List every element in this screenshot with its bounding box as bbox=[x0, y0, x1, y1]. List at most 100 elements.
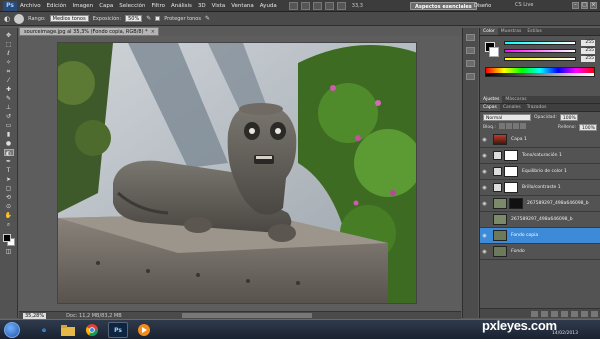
clone-source-panel-icon[interactable] bbox=[466, 73, 475, 80]
layer-name[interactable]: 267589297_498a646098_b bbox=[527, 201, 589, 206]
visibility-eye-icon[interactable]: ◉ bbox=[480, 233, 489, 239]
brush-tool-icon[interactable]: ✎ bbox=[4, 95, 14, 102]
status-doc-size[interactable]: Doc: 11,2 MB/83,2 MB bbox=[66, 313, 122, 319]
add-mask-icon[interactable] bbox=[551, 311, 558, 317]
photoshop-taskbar-icon[interactable]: Ps bbox=[108, 322, 128, 338]
internet-explorer-icon[interactable]: e bbox=[34, 322, 54, 338]
maximize-icon[interactable]: □ bbox=[581, 2, 588, 9]
layer-name[interactable]: Capa 1 bbox=[511, 137, 527, 142]
close-icon[interactable]: × bbox=[590, 2, 597, 9]
document-image[interactable] bbox=[57, 42, 417, 304]
protect-tones-checkbox[interactable] bbox=[155, 16, 161, 21]
layer-row[interactable]: 267589297_498a646098_b bbox=[480, 212, 600, 228]
brush-panel-icon[interactable] bbox=[466, 60, 475, 67]
menu-ayuda[interactable]: Ayuda bbox=[260, 3, 277, 9]
delete-layer-icon[interactable] bbox=[591, 311, 598, 317]
link-layers-icon[interactable] bbox=[531, 311, 538, 317]
quick-select-tool-icon[interactable]: ✧ bbox=[4, 59, 14, 66]
layer-name[interactable]: Fondo bbox=[511, 249, 525, 254]
visibility-eye-icon[interactable]: ◉ bbox=[480, 185, 489, 191]
chrome-icon[interactable] bbox=[82, 322, 102, 338]
menu-edicion[interactable]: Edición bbox=[47, 3, 67, 9]
red-value[interactable]: 255 bbox=[581, 40, 595, 46]
start-button[interactable] bbox=[4, 322, 20, 338]
layer-name[interactable]: Fondo copia bbox=[511, 233, 538, 238]
layer-row[interactable]: ◉ 267589297_498a646098_b bbox=[480, 196, 600, 212]
tab-channels[interactable]: Canales bbox=[500, 104, 524, 111]
horizontal-scrollbar[interactable] bbox=[181, 313, 312, 318]
tab-layers[interactable]: Capas bbox=[480, 104, 500, 111]
eraser-tool-icon[interactable]: ▭ bbox=[4, 122, 14, 129]
canvas-area[interactable] bbox=[19, 36, 461, 311]
gradient-tool-icon[interactable]: ▮ bbox=[4, 131, 14, 138]
dodge-tool-icon[interactable]: ◐ bbox=[4, 15, 10, 23]
menu-3d[interactable]: 3D bbox=[198, 3, 206, 9]
dodge-tool-icon[interactable]: ◐ bbox=[3, 149, 14, 157]
guides-icon[interactable] bbox=[312, 1, 322, 10]
tab-color[interactable]: Color bbox=[480, 28, 498, 35]
3d-orbit-tool-icon[interactable]: ⊙ bbox=[4, 203, 14, 210]
new-layer-icon[interactable] bbox=[581, 311, 588, 317]
menu-imagen[interactable]: Imagen bbox=[72, 3, 93, 9]
type-tool-icon[interactable]: T bbox=[4, 167, 14, 174]
blend-mode-select[interactable]: Normal bbox=[483, 113, 531, 121]
actions-panel-icon[interactable] bbox=[466, 47, 475, 54]
layer-row[interactable]: ◉ Tono/saturación 1 bbox=[480, 148, 600, 164]
quick-mask-icon[interactable]: ◫ bbox=[4, 248, 14, 255]
workspace-design-button[interactable]: Diseño bbox=[470, 2, 495, 10]
move-tool-icon[interactable]: ✥ bbox=[4, 32, 14, 39]
history-panel-icon[interactable] bbox=[466, 34, 475, 41]
tab-paths[interactable]: Trazados bbox=[524, 104, 550, 111]
lock-all-icon[interactable] bbox=[519, 123, 526, 129]
visibility-eye-icon[interactable]: ◉ bbox=[480, 137, 489, 143]
tab-adjustments[interactable]: Ajustes bbox=[480, 96, 503, 103]
visibility-eye-icon[interactable]: ◉ bbox=[480, 201, 489, 207]
tab-styles[interactable]: Estilos bbox=[524, 28, 545, 35]
menu-ventana[interactable]: Ventana bbox=[231, 3, 254, 9]
red-slider[interactable] bbox=[504, 41, 576, 45]
layer-row[interactable]: ◉ Brillo/contraste 1 bbox=[480, 180, 600, 196]
layer-name[interactable]: Tono/saturación 1 bbox=[522, 153, 562, 158]
zoom-icon[interactable] bbox=[336, 1, 346, 10]
visibility-eye-icon[interactable]: ◉ bbox=[480, 169, 489, 175]
visibility-eye-icon[interactable]: ◉ bbox=[480, 153, 489, 159]
zoom-level[interactable]: 33,3 bbox=[352, 3, 363, 9]
visibility-eye-icon[interactable]: ◉ bbox=[480, 249, 489, 255]
minimize-icon[interactable]: – bbox=[572, 2, 579, 9]
menu-archivo[interactable]: Archivo bbox=[20, 3, 41, 9]
layer-row-selected[interactable]: ◉ Fondo copia bbox=[480, 228, 600, 244]
minibridge-icon[interactable] bbox=[300, 1, 310, 10]
layer-name[interactable]: Brillo/contraste 1 bbox=[522, 185, 561, 190]
layer-row[interactable]: ◉ Equilibrio de color 1 bbox=[480, 164, 600, 180]
cs-live-button[interactable]: CS Live bbox=[515, 2, 533, 8]
green-slider[interactable] bbox=[504, 49, 576, 53]
layer-name[interactable]: Equilibrio de color 1 bbox=[522, 169, 567, 174]
bridge-icon[interactable] bbox=[288, 1, 298, 10]
menu-filtro[interactable]: Filtro bbox=[151, 3, 164, 9]
menu-vista[interactable]: Vista bbox=[212, 3, 226, 9]
blue-slider[interactable] bbox=[504, 57, 576, 61]
pressure-icon[interactable]: ✎ bbox=[205, 15, 210, 22]
shape-tool-icon[interactable]: ▢ bbox=[4, 185, 14, 192]
exposure-input[interactable]: 50% bbox=[125, 15, 143, 22]
path-select-tool-icon[interactable]: ➤ bbox=[4, 176, 14, 183]
tab-masks[interactable]: Máscaras bbox=[502, 96, 529, 103]
close-document-icon[interactable]: × bbox=[151, 28, 155, 36]
opacity-input[interactable]: 100% bbox=[559, 113, 578, 121]
marquee-tool-icon[interactable]: ⬚ bbox=[4, 41, 14, 48]
menu-analisis[interactable]: Análisis bbox=[171, 3, 192, 9]
pen-tool-icon[interactable]: ✒ bbox=[4, 158, 14, 165]
blur-tool-icon[interactable]: ● bbox=[4, 140, 14, 147]
airbrush-icon[interactable]: ✎ bbox=[146, 15, 151, 22]
lock-position-icon[interactable] bbox=[512, 123, 519, 129]
fill-input[interactable]: 100% bbox=[579, 123, 597, 131]
foreground-color[interactable] bbox=[2, 234, 11, 242]
layer-name[interactable]: 267589297_498a646098_b bbox=[511, 217, 573, 222]
hand-icon[interactable] bbox=[324, 1, 334, 10]
3d-rotate-tool-icon[interactable]: ⟲ bbox=[4, 194, 14, 201]
lock-transparency-icon[interactable] bbox=[498, 123, 505, 129]
lock-pixels-icon[interactable] bbox=[505, 123, 512, 129]
document-tab[interactable]: sourceimage.jpg al 35,3% (Fondo copia, R… bbox=[19, 27, 159, 36]
lasso-tool-icon[interactable]: ℓ bbox=[4, 50, 14, 57]
menu-seleccion[interactable]: Selección bbox=[119, 3, 145, 9]
